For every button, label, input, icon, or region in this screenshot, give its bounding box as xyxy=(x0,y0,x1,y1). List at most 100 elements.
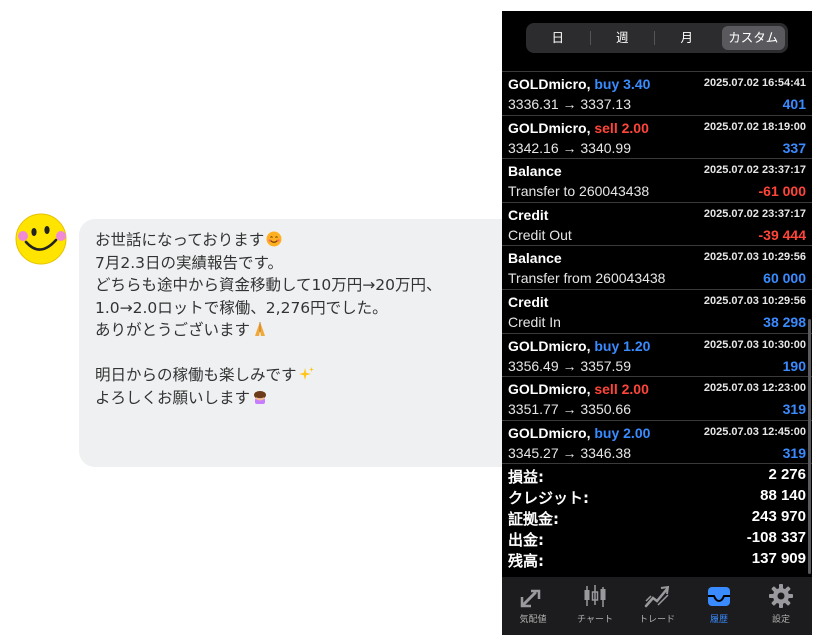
row-amount: 60 000 xyxy=(763,270,806,287)
summary-value: 137 909 xyxy=(751,550,806,567)
row-amount: 38 298 xyxy=(763,313,806,330)
row-amount: -61 000 xyxy=(758,183,806,200)
history-list: GOLDmicro, buy 3.40 2025.07.02 16:54:41 33… xyxy=(502,63,812,465)
row-side: buy 1.20 xyxy=(594,337,651,354)
chat-line: 7月2.3日の実績報告です。 xyxy=(95,253,283,272)
history-row[interactable]: GOLDmicro, sell 2.00 2025.07.03 12:23:00 3… xyxy=(502,377,812,421)
history-row[interactable]: Balance 2025.07.02 23:37:17 Transfer to 26… xyxy=(502,159,812,203)
summary-withdrawal: 出金: -108 337 xyxy=(502,528,812,549)
history-row[interactable]: Balance 2025.07.03 10:29:56 Transfer from … xyxy=(502,246,812,290)
summary-margin: 証拠金: 243 970 xyxy=(502,507,812,528)
row-time: 2025.07.02 16:54:41 xyxy=(703,77,806,89)
segment-week[interactable]: 週 xyxy=(591,23,655,53)
row-symbol: Balance xyxy=(508,163,562,180)
row-side: buy 2.00 xyxy=(594,424,651,441)
row-detail: 3345.27 → 3346.38 xyxy=(508,444,631,461)
tab-trade[interactable]: トレード xyxy=(626,577,688,635)
row-title: GOLDmicro, buy 2.00 xyxy=(508,425,650,441)
segment-month[interactable]: 月 xyxy=(655,23,719,53)
row-amount: -39 444 xyxy=(758,226,806,243)
smiley-avatar xyxy=(14,212,68,266)
row-detail: Transfer to 260043438 xyxy=(508,183,650,200)
row-detail: 3351.77 → 3350.66 xyxy=(508,401,631,418)
tab-quotes[interactable]: 気配値 xyxy=(502,577,564,635)
history-row[interactable]: Credit 2025.07.03 10:29:56 Credit In 38 298 xyxy=(502,290,812,334)
tab-history[interactable]: 履歴 xyxy=(688,577,750,635)
quotes-icon xyxy=(520,589,541,608)
segment-custom[interactable]: カスタム xyxy=(721,26,785,50)
history-row[interactable]: Credit 2025.07.02 23:37:17 Credit Out -39 4… xyxy=(502,203,812,247)
summary-value: -108 337 xyxy=(746,529,806,546)
tab-chart[interactable]: チャート xyxy=(564,577,626,635)
row-title: GOLDmicro, sell 2.00 xyxy=(508,120,649,136)
row-symbol: Credit xyxy=(508,293,549,310)
row-detail: 3356.49 → 3357.59 xyxy=(508,357,631,374)
row-detail: Credit In xyxy=(508,313,561,330)
history-row[interactable]: GOLDmicro, buy 1.20 2025.07.03 10:30:00 33… xyxy=(502,334,812,378)
row-symbol: Balance xyxy=(508,250,562,267)
row-time: 2025.07.03 10:29:56 xyxy=(703,294,806,307)
candlestick-chart-icon xyxy=(584,585,606,607)
period-segmented-control: 日 週 月 カスタム xyxy=(526,23,788,53)
row-side: sell 2.00 xyxy=(594,119,649,136)
summary-credit: クレジット: 88 140 xyxy=(502,486,812,507)
account-summary: 損益: 2 276 クレジット: 88 140 証拠金: 243 970 出金: -10… xyxy=(502,465,812,570)
row-detail: Transfer from 260043438 xyxy=(508,270,666,287)
chat-bubble: お世話になっております 7月2.3日の実績報告です。 どちらも途中から資金移動し… xyxy=(79,219,519,467)
summary-value: 88 140 xyxy=(760,487,806,504)
row-time: 2025.07.03 12:23:00 xyxy=(703,382,806,395)
row-title: Balance xyxy=(508,250,562,266)
summary-value: 243 970 xyxy=(751,508,806,525)
history-row[interactable]: GOLDmicro, sell 2.00 2025.07.02 18:19:00 3… xyxy=(502,116,812,160)
row-title: Credit xyxy=(508,207,548,223)
row-symbol: GOLDmicro, xyxy=(508,76,591,92)
row-title: GOLDmicro, sell 2.00 xyxy=(508,381,649,397)
row-symbol: GOLDmicro, xyxy=(508,337,591,354)
summary-profit: 損益: 2 276 xyxy=(502,465,812,486)
row-detail: 3336.31 → 3337.13 xyxy=(508,96,631,112)
row-title: GOLDmicro, buy 1.20 xyxy=(508,338,650,354)
row-side: buy 3.40 xyxy=(594,76,651,92)
summary-balance: 残高: 137 909 xyxy=(502,549,812,570)
chat-line: ありがとうございます xyxy=(95,319,519,342)
tab-label: 気配値 xyxy=(519,615,547,625)
chat-blank-line xyxy=(95,342,519,365)
summary-label: 出金: xyxy=(508,531,544,549)
row-symbol: GOLDmicro, xyxy=(508,381,591,398)
row-title: Balance xyxy=(508,163,562,179)
segment-day[interactable]: 日 xyxy=(526,23,590,53)
summary-value: 2 276 xyxy=(768,466,806,483)
tab-settings[interactable]: 設定 xyxy=(750,577,812,635)
gear-icon xyxy=(769,584,793,608)
chat-line: よろしくお願いします xyxy=(95,387,519,410)
summary-label: 残高: xyxy=(508,552,544,570)
row-amount: 401 xyxy=(782,96,806,112)
row-detail: Credit Out xyxy=(508,226,572,243)
row-time: 2025.07.03 12:45:00 xyxy=(703,425,806,438)
tab-label: トレード xyxy=(638,615,675,625)
tab-label: チャート xyxy=(577,615,613,625)
chat-line: 1.0→2.0ロットで稼働、2,276円でした。 xyxy=(95,298,388,317)
row-time: 2025.07.02 23:37:17 xyxy=(703,164,806,177)
row-symbol: GOLDmicro, xyxy=(508,424,591,441)
row-time: 2025.07.03 10:29:56 xyxy=(703,251,806,264)
tab-label: 設定 xyxy=(771,615,790,625)
row-time: 2025.07.02 23:37:17 xyxy=(703,207,806,220)
history-row[interactable]: GOLDmicro, buy 2.00 2025.07.03 12:45:00 33… xyxy=(502,421,812,465)
row-time: 2025.07.03 10:30:00 xyxy=(703,338,806,351)
sparkles-emoji-icon xyxy=(298,367,314,380)
row-detail: 3342.16 → 3340.99 xyxy=(508,139,631,156)
row-amount: 190 xyxy=(782,357,806,374)
summary-label: 損益: xyxy=(508,468,544,486)
tab-label: 履歴 xyxy=(709,615,728,625)
trading-app-panel: 日 週 月 カスタム GOLDmicro, buy 3.40 2025.07.02… xyxy=(502,11,812,635)
row-amount: 319 xyxy=(782,444,806,461)
row-title: GOLDmicro, buy 3.40 xyxy=(508,76,650,92)
previous-row-peek xyxy=(502,63,812,72)
trade-icon xyxy=(644,585,670,608)
row-time: 2025.07.02 18:19:00 xyxy=(703,120,806,133)
row-symbol: GOLDmicro, xyxy=(508,119,591,136)
folded-hands-emoji-icon xyxy=(255,322,266,336)
history-row[interactable]: GOLDmicro, buy 3.40 2025.07.02 16:54:41 33… xyxy=(502,72,812,116)
chat-line: どちらも途中から資金移動して10万円→20万円、 xyxy=(95,276,442,294)
